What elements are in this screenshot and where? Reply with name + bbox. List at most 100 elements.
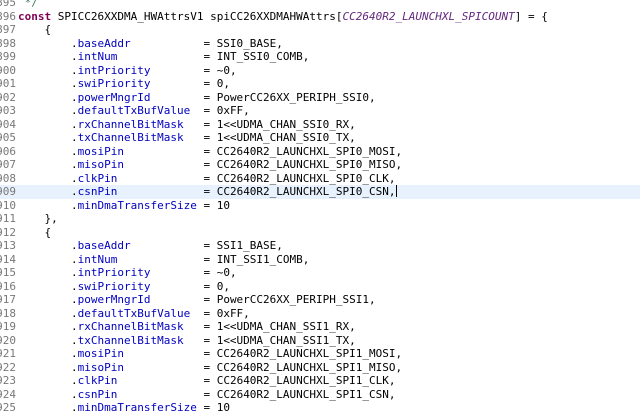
code-line[interactable]: 896const SPICC26XXDMA_HWAttrsV1 spiCC26X… — [0, 10, 640, 24]
line-code[interactable]: { — [18, 23, 51, 37]
code-token-plain: . — [18, 374, 78, 387]
code-line[interactable]: 906 .mosiPin = CC2640R2_LAUNCHXL_SPI0_MO… — [0, 145, 640, 159]
code-token-field: csnPin — [77, 387, 118, 401]
code-token-plain: . — [18, 360, 78, 374]
line-number: 921 — [0, 347, 16, 360]
line-code[interactable]: .minDmaTransferSize = 10 — [18, 199, 230, 213]
line-number: 914 — [0, 252, 16, 266]
line-code[interactable]: .swiPriority = 0, — [18, 280, 230, 294]
code-line[interactable]: 924 .csnPin = CC2640R2_LAUNCHXL_SPI1_CSN… — [0, 388, 640, 402]
line-code[interactable]: .txChannelBitMask = 1<<UDMA_CHAN_SSI0_TX… — [18, 131, 356, 145]
line-code[interactable]: .intNum = INT_SSI1_COMB, — [18, 253, 309, 267]
code-line[interactable]: 900 .intPriority = ~0, — [0, 64, 640, 78]
code-token-plain: . — [18, 306, 78, 320]
line-code[interactable]: .baseAddr = SSI1_BASE, — [18, 239, 283, 253]
line-code[interactable]: .baseAddr = SSI0_BASE, — [18, 37, 283, 51]
line-code[interactable]: .clkPin = CC2640R2_LAUNCHXL_SPI1_CLK, — [18, 374, 396, 388]
code-line[interactable]: 919 .rxChannelBitMask = 1<<UDMA_CHAN_SSI… — [0, 320, 640, 334]
line-number: 895 — [0, 0, 16, 9]
code-line[interactable]: 899 .intNum = INT_SSI0_COMB, — [0, 50, 640, 64]
line-code[interactable]: .minDmaTransferSize = 10 — [18, 401, 230, 414]
code-token-plain: = INT_SSI0_COMB, — [117, 50, 310, 63]
line-code[interactable]: .intPriority = ~0, — [18, 64, 237, 78]
line-code[interactable]: .mosiPin = CC2640R2_LAUNCHXL_SPI1_MOSI, — [18, 347, 402, 361]
code-token-plain: . — [18, 266, 78, 279]
code-line[interactable]: 895 */ — [0, 0, 640, 10]
code-token-plain: = ~0, — [150, 63, 237, 77]
code-line[interactable]: 920 .txChannelBitMask = 1<<UDMA_CHAN_SSI… — [0, 334, 640, 348]
line-code[interactable]: .defaultTxBufValue = 0xFF, — [18, 104, 250, 118]
code-token-field: txChannelBitMask — [77, 333, 184, 347]
code-editor[interactable]: 895 */896const SPICC26XXDMA_HWAttrsV1 sp… — [0, 0, 640, 414]
line-code[interactable]: .txChannelBitMask = 1<<UDMA_CHAN_SSI1_TX… — [18, 334, 356, 348]
code-token-plain: . — [18, 77, 78, 90]
code-line[interactable]: 897 { — [0, 23, 640, 37]
line-code[interactable]: .rxChannelBitMask = 1<<UDMA_CHAN_SSI1_RX… — [18, 320, 356, 334]
line-code[interactable]: */ — [18, 0, 38, 10]
code-line[interactable]: 916 .swiPriority = 0, — [0, 280, 640, 294]
line-number: 912 — [0, 225, 16, 239]
line-number: 918 — [0, 306, 16, 320]
line-code[interactable]: }, — [18, 212, 57, 226]
line-number: 924 — [0, 387, 16, 401]
code-line[interactable]: 901 .swiPriority = 0, — [0, 77, 640, 91]
code-line[interactable]: 912 { — [0, 226, 640, 240]
code-line[interactable]: 907 .misoPin = CC2640R2_LAUNCHXL_SPI0_MI… — [0, 158, 640, 172]
code-line[interactable]: 922 .misoPin = CC2640R2_LAUNCHXL_SPI1_MI… — [0, 361, 640, 375]
code-line[interactable]: 902 .powerMngrId = PowerCC26XX_PERIPH_SS… — [0, 91, 640, 105]
line-code[interactable]: .powerMngrId = PowerCC26XX_PERIPH_SSI1, — [18, 293, 376, 307]
line-code[interactable]: .csnPin = CC2640R2_LAUNCHXL_SPI0_CSN, — [18, 185, 397, 199]
code-token-field: intPriority — [77, 266, 151, 279]
code-line[interactable]: 921 .mosiPin = CC2640R2_LAUNCHXL_SPI1_MO… — [0, 347, 640, 361]
code-token-plain: . — [18, 90, 78, 104]
line-code[interactable]: .csnPin = CC2640R2_LAUNCHXL_SPI1_CSN, — [18, 388, 396, 402]
code-line[interactable]: 910 .minDmaTransferSize = 10 — [0, 199, 640, 213]
code-token-kw: const — [18, 9, 58, 23]
line-code[interactable]: .intNum = INT_SSI0_COMB, — [18, 50, 309, 64]
code-line[interactable]: 908 .clkPin = CC2640R2_LAUNCHXL_SPI0_CLK… — [0, 172, 640, 186]
code-token-plain: = CC2640R2_LAUNCHXL_SPI0_CSN, — [117, 185, 396, 198]
code-token-plain: . — [18, 279, 78, 293]
code-token-plain: = 0xFF, — [190, 104, 250, 117]
code-line[interactable]: 917 .powerMngrId = PowerCC26XX_PERIPH_SS… — [0, 293, 640, 307]
code-token-plain: = CC2640R2_LAUNCHXL_SPI0_MOSI, — [123, 144, 403, 158]
code-line[interactable]: 913 .baseAddr = SSI1_BASE, — [0, 239, 640, 253]
line-code[interactable]: .powerMngrId = PowerCC26XX_PERIPH_SSI0, — [18, 91, 376, 105]
code-token-plain: = 1<<UDMA_CHAN_SSI1_TX, — [183, 333, 356, 347]
code-token-field: txChannelBitMask — [77, 131, 184, 144]
code-line[interactable]: 918 .defaultTxBufValue = 0xFF, — [0, 307, 640, 321]
line-number: 901 — [0, 77, 16, 90]
code-token-plain: = CC2640R2_LAUNCHXL_SPI1_CSN, — [117, 387, 396, 401]
code-line[interactable]: 903 .defaultTxBufValue = 0xFF, — [0, 104, 640, 118]
code-line[interactable]: 904 .rxChannelBitMask = 1<<UDMA_CHAN_SSI… — [0, 118, 640, 132]
line-number: 902 — [0, 90, 16, 104]
line-code[interactable]: .misoPin = CC2640R2_LAUNCHXL_SPI1_MISO, — [18, 361, 402, 375]
line-code[interactable]: .mosiPin = CC2640R2_LAUNCHXL_SPI0_MOSI, — [18, 145, 402, 159]
code-token-plain: . — [18, 401, 78, 414]
line-code[interactable]: .defaultTxBufValue = 0xFF, — [18, 307, 250, 321]
code-line[interactable]: 915 .intPriority = ~0, — [0, 266, 640, 280]
line-code[interactable]: .intPriority = ~0, — [18, 266, 237, 280]
line-code[interactable]: .rxChannelBitMask = 1<<UDMA_CHAN_SSI0_RX… — [18, 118, 356, 132]
line-code[interactable]: .misoPin = CC2640R2_LAUNCHXL_SPI0_MISO, — [18, 158, 402, 172]
code-line[interactable]: 923 .clkPin = CC2640R2_LAUNCHXL_SPI1_CLK… — [0, 374, 640, 388]
code-token-plain: = ~0, — [150, 266, 237, 279]
current-code-line[interactable]: 909 .csnPin = CC2640R2_LAUNCHXL_SPI0_CSN… — [0, 185, 640, 199]
code-token-field: swiPriority — [77, 279, 151, 293]
code-line[interactable]: 914 .intNum = INT_SSI1_COMB, — [0, 253, 640, 267]
line-code[interactable]: const SPICC26XXDMA_HWAttrsV1 spiCC26XXDM… — [18, 10, 548, 24]
code-token-plain: . — [18, 185, 78, 198]
code-token-plain: . — [18, 387, 78, 401]
line-code[interactable]: .clkPin = CC2640R2_LAUNCHXL_SPI0_CLK, — [18, 172, 396, 186]
line-code[interactable]: { — [18, 226, 51, 240]
line-number: 898 — [0, 36, 16, 50]
code-line[interactable]: 898 .baseAddr = SSI0_BASE, — [0, 37, 640, 51]
line-code[interactable]: .swiPriority = 0, — [18, 77, 230, 91]
code-token-plain: ] = { — [514, 9, 548, 23]
code-token-field: powerMngrId — [77, 293, 151, 306]
code-token-plain: = CC2640R2_LAUNCHXL_SPI1_MOSI, — [123, 347, 403, 360]
code-line[interactable]: 905 .txChannelBitMask = 1<<UDMA_CHAN_SSI… — [0, 131, 640, 145]
code-line[interactable]: 925 .minDmaTransferSize = 10 — [0, 401, 640, 414]
code-token-field: misoPin — [77, 158, 124, 171]
code-line[interactable]: 911 }, — [0, 212, 640, 226]
